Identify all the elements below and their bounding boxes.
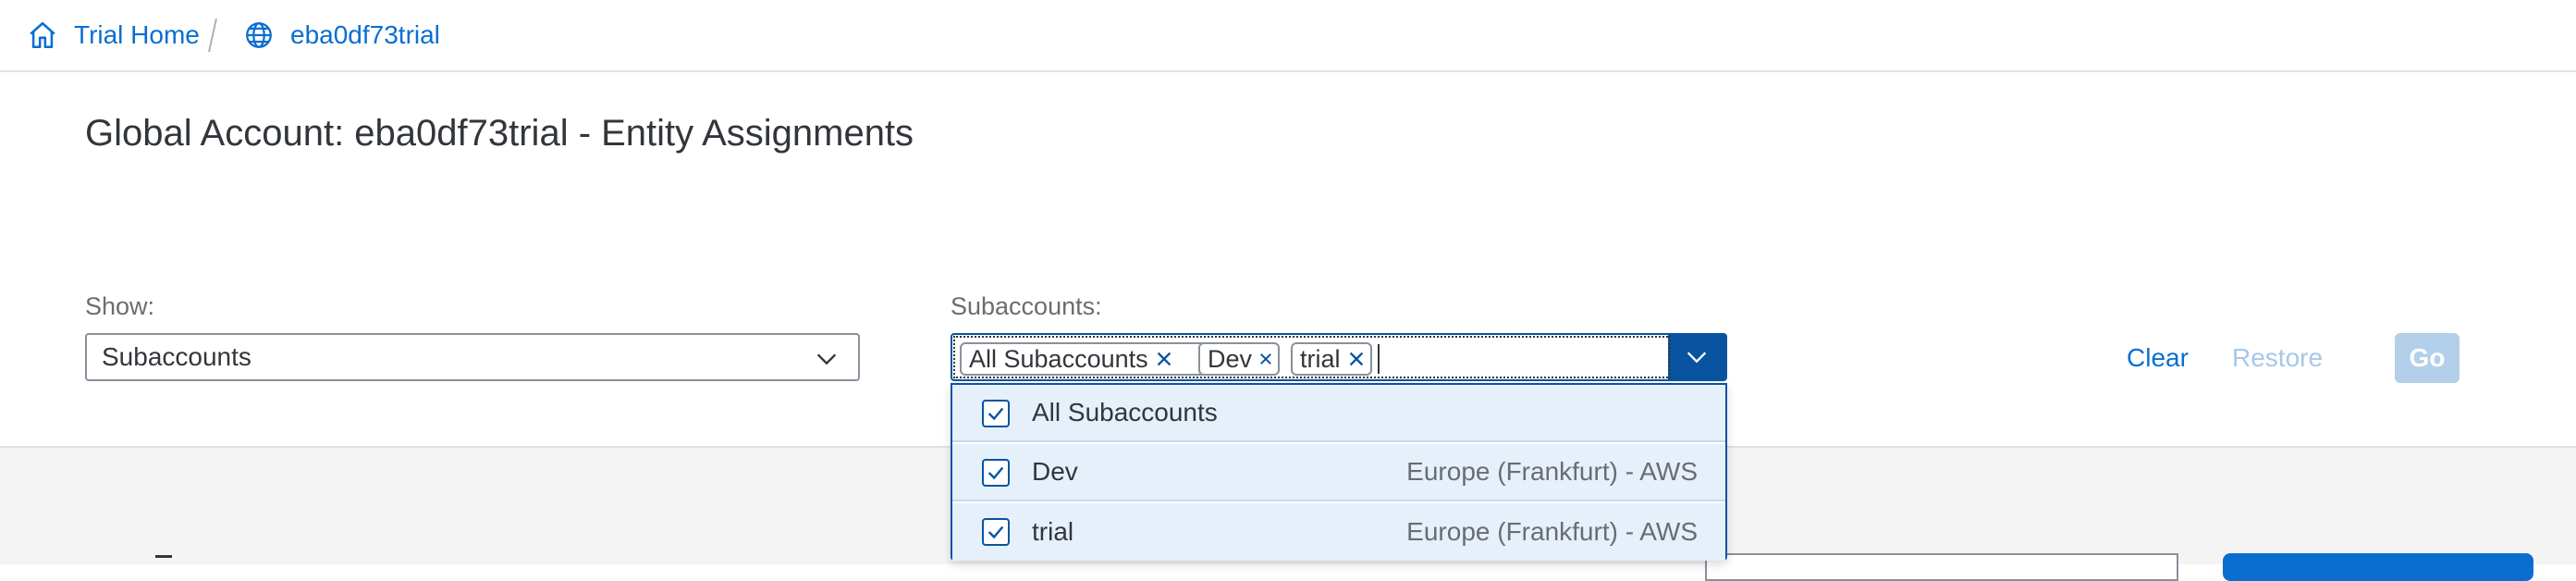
token-label: trial	[1300, 344, 1341, 373]
token-label: Dev	[1208, 344, 1253, 373]
home-icon	[26, 19, 59, 52]
breadcrumb-account-label: eba0df73trial	[290, 20, 440, 49]
breadcrumb-bar: Trial Home eba0df73trial	[0, 0, 2576, 72]
subaccounts-multicombobox[interactable]: All Subaccounts Dev trial	[951, 333, 1727, 381]
list-item-region: Europe (Frankfurt) - AWS	[1406, 517, 1698, 546]
token-label: All Subaccounts	[969, 344, 1148, 373]
checkbox[interactable]	[982, 400, 1010, 427]
list-item-all-subaccounts[interactable]: All Subaccounts	[952, 385, 1725, 442]
subaccounts-label: Subaccounts:	[951, 292, 1102, 320]
token-all-subaccounts[interactable]: All Subaccounts	[960, 342, 1215, 376]
show-label: Show:	[85, 292, 155, 320]
page-title: Global Account: eba0df73trial - Entity A…	[85, 113, 914, 154]
checkbox[interactable]	[982, 518, 1010, 546]
list-item-trial[interactable]: trial Europe (Frankfurt) - AWS	[952, 503, 1725, 561]
text-caret	[1378, 344, 1380, 374]
checkmark-icon	[987, 466, 1004, 480]
close-icon[interactable]	[1257, 349, 1274, 369]
breadcrumb-account-link[interactable]: eba0df73trial	[242, 0, 440, 70]
checkmark-icon	[987, 525, 1004, 539]
subaccounts-dropdown-list: All Subaccounts Dev Europe (Frankfurt) -…	[951, 383, 1727, 561]
go-button[interactable]: Go	[2395, 333, 2459, 383]
subaccounts-dropdown-button[interactable]	[1668, 335, 1725, 379]
show-select-value: Subaccounts	[102, 342, 251, 371]
close-icon[interactable]	[1154, 349, 1174, 369]
token-dev[interactable]: Dev	[1198, 342, 1280, 376]
breadcrumb-separator	[208, 18, 217, 53]
globe-icon	[242, 19, 276, 52]
list-item-region: Europe (Frankfurt) - AWS	[1406, 457, 1698, 486]
show-select[interactable]: Subaccounts	[85, 333, 860, 381]
checkbox[interactable]	[982, 459, 1010, 487]
list-item-label: Dev	[1032, 457, 1078, 486]
breadcrumb-home-link[interactable]: Trial Home	[26, 0, 200, 70]
content-text-fragment	[155, 555, 172, 567]
restore-button[interactable]: Restore	[2232, 343, 2323, 373]
token-trial[interactable]: trial	[1291, 342, 1372, 376]
close-icon[interactable]	[1346, 349, 1367, 369]
content-action-button[interactable]	[2223, 553, 2533, 581]
list-item-dev[interactable]: Dev Europe (Frankfurt) - AWS	[952, 444, 1725, 501]
list-item-label: trial	[1032, 517, 1074, 546]
breadcrumb-home-label: Trial Home	[74, 20, 200, 49]
chevron-down-icon	[816, 353, 837, 365]
chevron-down-icon	[1687, 352, 1707, 364]
clear-button[interactable]: Clear	[2127, 343, 2189, 373]
list-item-label: All Subaccounts	[1032, 398, 1218, 426]
checkmark-icon	[987, 407, 1004, 421]
content-search-input[interactable]	[1705, 553, 2178, 581]
